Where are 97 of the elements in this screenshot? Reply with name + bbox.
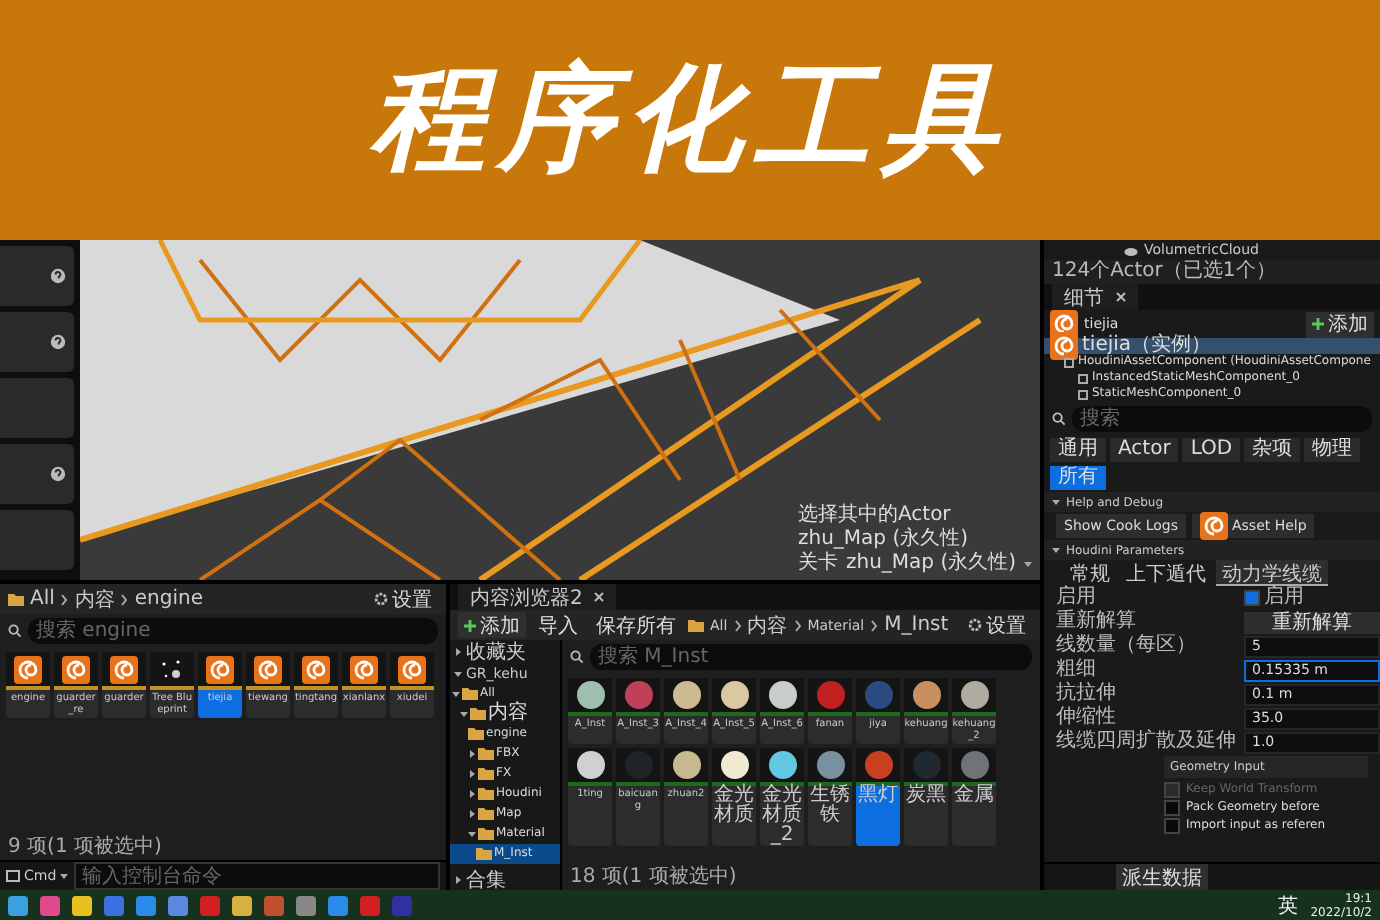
search-icon xyxy=(570,650,584,664)
caret-icon xyxy=(1052,546,1060,554)
breadcrumb-item[interactable]: M_Inst xyxy=(884,614,949,636)
swirl-logo-icon xyxy=(206,655,234,683)
caret-icon xyxy=(454,875,462,883)
checkbox[interactable] xyxy=(1244,590,1260,606)
caret-icon xyxy=(454,669,462,677)
parameter-label: 抗拉伸 xyxy=(1056,682,1118,705)
add-button[interactable]: 添加 xyxy=(458,612,526,638)
level-label: 关卡 xyxy=(797,552,838,576)
help-icon xyxy=(50,268,66,284)
filter-tab[interactable]: LOD xyxy=(1182,438,1241,462)
material-tile[interactable]: 炭黑 xyxy=(904,748,948,846)
panel-tab[interactable]: 内容浏览器2 xyxy=(458,584,617,610)
close-icon[interactable] xyxy=(594,592,605,602)
swirl-logo-icon xyxy=(1200,512,1228,540)
particles-icon xyxy=(158,657,186,681)
help-icon xyxy=(50,334,66,350)
folder-icon xyxy=(8,593,24,605)
recook-button[interactable]: 重新解算 xyxy=(1244,611,1380,633)
viewport[interactable]: 选择其中的Actor zhu_Map (永久性) 关卡 zhu_Map (永久性) xyxy=(80,240,1040,580)
level-name: zhu_Map (永久性) xyxy=(845,552,1016,576)
parameter-label: 重新解算 xyxy=(1056,610,1138,633)
swirl-logo-icon xyxy=(254,655,282,683)
actor-count: 124个Actor（已选1个） xyxy=(1044,260,1380,284)
derived-data-button[interactable]: 派生数据 xyxy=(1116,864,1208,890)
material-tile[interactable]: 金光材质 xyxy=(712,748,756,846)
folder-tree-item[interactable]: 内容 xyxy=(450,704,560,724)
chevron-icon xyxy=(120,593,129,605)
swirl-logo-icon xyxy=(110,655,138,683)
cloud-icon xyxy=(1124,245,1138,255)
parameter-tab[interactable]: 常规 xyxy=(1064,560,1116,586)
folder-icon xyxy=(688,619,704,631)
filter-tab[interactable]: 所有 xyxy=(1050,466,1106,490)
checkbox-label: 启用 xyxy=(1264,586,1304,610)
favorites-header[interactable]: 收藏夹 xyxy=(450,640,560,662)
component-item[interactable]: tiejia（实例） xyxy=(1044,338,1380,354)
caret-icon xyxy=(1024,560,1032,568)
viewport-info-text: 选择其中的Actor xyxy=(797,504,951,527)
caret-icon xyxy=(454,647,462,655)
plus-icon xyxy=(1312,318,1324,330)
breadcrumb-item[interactable]: engine xyxy=(134,588,204,610)
search-icon xyxy=(1052,412,1066,426)
parameter-tab[interactable]: 动力学线缆 xyxy=(1216,560,1328,586)
material-tile[interactable]: 金属 xyxy=(952,748,996,846)
chevron-icon xyxy=(733,619,742,631)
swirl-logo-icon xyxy=(302,655,330,683)
swirl-logo-icon xyxy=(14,655,42,683)
swirl-logo-icon xyxy=(62,655,90,683)
add-button[interactable]: 添加 xyxy=(1306,311,1374,337)
parameter-label: 线缆四周扩散及延伸 xyxy=(1056,730,1238,754)
item-count: 9 项(1 项被选中) xyxy=(6,836,164,860)
banner-title: 程序化工具 xyxy=(370,48,1010,190)
breadcrumb-item[interactable]: All xyxy=(30,588,55,610)
swirl-logo-icon xyxy=(1050,332,1078,360)
close-icon[interactable] xyxy=(1116,292,1126,302)
panel-tab[interactable]: 细节 xyxy=(1052,284,1138,310)
side-panel-button[interactable] xyxy=(0,246,74,306)
parameter-tab[interactable]: 上下遁代 xyxy=(1120,560,1212,586)
parameter-label: 伸缩性 xyxy=(1056,706,1118,729)
parameter-label: 启用 xyxy=(1056,586,1098,609)
console-input[interactable]: 输入控制台命令 xyxy=(74,862,440,890)
swirl-logo-icon xyxy=(350,655,378,683)
collections-header[interactable]: 合集 xyxy=(450,868,560,890)
settings-icon xyxy=(968,618,982,632)
search-icon xyxy=(8,624,22,638)
item-count: 18 项(1 项被选中) xyxy=(568,866,739,890)
save-all-button[interactable]: 保存所有 xyxy=(590,612,682,638)
settings-button[interactable]: 设置 xyxy=(962,612,1032,638)
breadcrumb-item[interactable]: 内容 xyxy=(747,611,788,639)
checkbox[interactable] xyxy=(1164,799,1180,815)
side-panel-button[interactable] xyxy=(0,312,74,372)
caret-icon xyxy=(60,872,69,880)
settings-button[interactable]: 设置 xyxy=(368,586,438,612)
settings-icon xyxy=(374,592,388,606)
breadcrumb-item[interactable]: 内容 xyxy=(74,585,115,613)
filter-tab[interactable]: 通用 xyxy=(1050,438,1106,462)
input-language[interactable]: 英 xyxy=(1278,891,1299,919)
swirl-logo-icon xyxy=(398,655,426,683)
filter-tab[interactable]: Actor xyxy=(1110,438,1179,462)
viewport-info-text: zhu_Map (永久性) xyxy=(797,528,968,551)
chevron-icon xyxy=(60,593,69,605)
chevron-icon xyxy=(793,619,802,631)
checkbox[interactable] xyxy=(1164,817,1180,833)
parameter-label: 线数量（每区） xyxy=(1056,634,1198,658)
help-icon xyxy=(50,466,66,482)
material-tile[interactable]: 金光材质_2 xyxy=(760,748,804,846)
plus-icon xyxy=(464,619,476,631)
caret-icon xyxy=(1052,498,1060,506)
filter-tab[interactable]: 物理 xyxy=(1304,438,1361,462)
parameter-label: 粗细 xyxy=(1056,658,1098,681)
console-icon xyxy=(6,870,20,882)
material-tile[interactable]: 生锈铁 xyxy=(808,748,852,846)
side-panel-button[interactable] xyxy=(0,444,74,504)
import-button[interactable]: 导入 xyxy=(532,612,584,638)
filter-tab[interactable]: 杂项 xyxy=(1244,438,1301,462)
chevron-icon xyxy=(870,619,879,631)
